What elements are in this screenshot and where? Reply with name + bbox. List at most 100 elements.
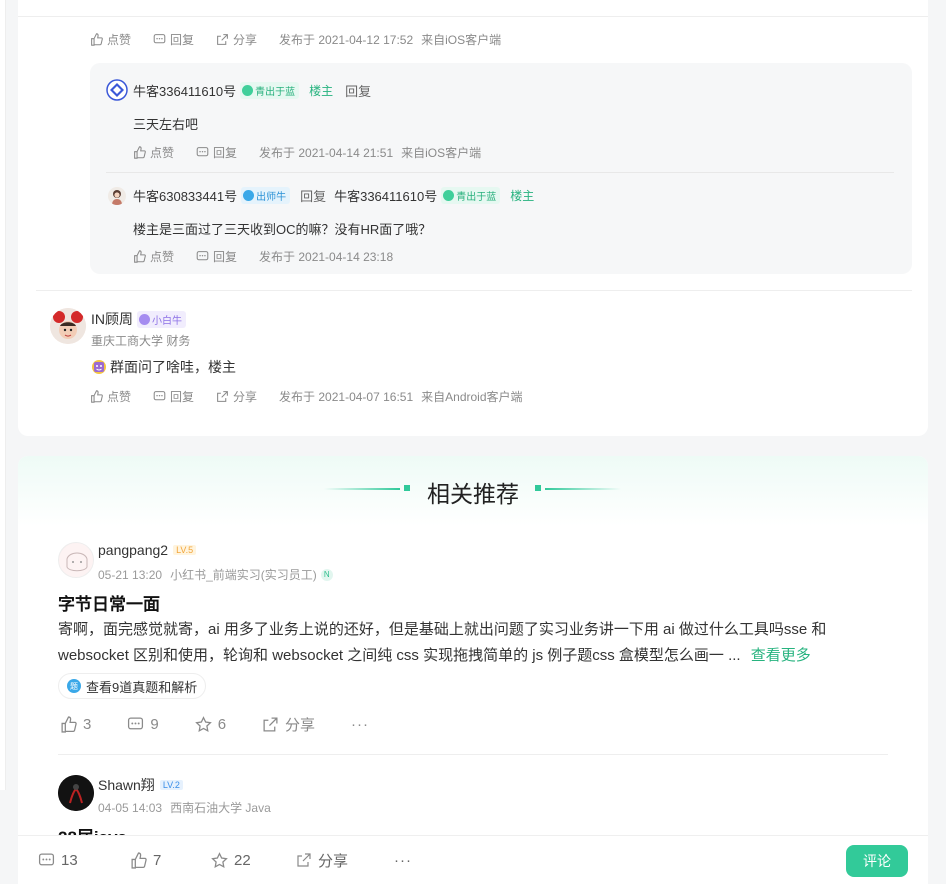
user-school: 西南石油大学 Java <box>170 801 271 815</box>
left-edge <box>0 0 6 790</box>
avatar-dark-icon <box>58 775 94 811</box>
comments-count-button[interactable]: 13 <box>38 852 78 869</box>
avatar[interactable] <box>106 79 128 101</box>
post-author-row: pangpang2 LV.5 <box>98 542 197 558</box>
avatar[interactable] <box>50 308 86 344</box>
divider <box>36 290 912 291</box>
share-icon <box>297 853 311 867</box>
user-school: 重庆工商大学 财务 <box>91 334 191 348</box>
comment-icon <box>196 251 209 261</box>
reply-actions: 点赞 回复 发布于 2021-04-14 23:18 <box>133 248 393 265</box>
questions-chip[interactable]: 题 查看9道真题和解析 <box>58 673 207 699</box>
star-button[interactable]: 6 <box>194 716 226 733</box>
post-time: 发布于 2021-04-12 17:52 <box>279 33 414 47</box>
comment-actions: 点赞 回复 分享 发布于 2021-04-07 16:51 来自Android客… <box>90 388 523 405</box>
avatar-pattern-icon <box>106 79 128 101</box>
post-time: 05-21 13:20 <box>98 567 163 582</box>
reply-actions: 点赞 回复 发布于 2021-04-14 21:51 来自iOS客户端 <box>133 144 481 161</box>
post-meta: 04-05 14:03 西南石油大学 Java <box>98 799 271 816</box>
comment-actions: 点赞 回复 分享 发布于 2021-04-12 17:52 来自iOS客户端 <box>90 31 501 48</box>
comment-icon <box>128 717 144 730</box>
post-source: 来自Android客户端 <box>421 390 523 404</box>
section-title: 相关推荐 <box>427 481 519 507</box>
username[interactable]: IN顾周 <box>91 309 133 329</box>
recommend-card: 相关推荐 pangpang2 LV.5 05-21 13:20 小红书_前端实习… <box>18 456 928 884</box>
post-time: 发布于 2021-04-07 16:51 <box>279 390 414 404</box>
thumbs-up-icon <box>131 851 147 869</box>
comment-button[interactable]: 评论 <box>846 845 908 877</box>
user-company: 小红书_前端实习(实习员工) <box>170 568 317 582</box>
username[interactable]: 牛客336411610号 <box>133 81 236 100</box>
share-button[interactable]: 分享 <box>216 31 257 48</box>
post-author-row: Shawn翔 LV.2 <box>98 775 183 795</box>
reply-button[interactable]: 回复 <box>153 31 194 48</box>
reply-header: 牛客336411610号 青出于蓝 楼主 回复 <box>133 81 371 100</box>
post-body[interactable]: 寄啊，面完感觉就寄，ai 用多了业务上说的还好，但是基础上就出问题了实习业务讲一… <box>58 617 898 669</box>
more-icon[interactable]: ··· <box>351 716 369 733</box>
comment-icon <box>153 391 166 401</box>
more-icon[interactable]: ··· <box>394 852 412 869</box>
thumbs-up-icon <box>61 716 77 733</box>
recommend-header: 相关推荐 <box>18 456 928 526</box>
comment-icon <box>196 147 209 157</box>
star-icon <box>211 851 228 868</box>
reply-button[interactable]: 回复 <box>196 248 237 265</box>
divider <box>18 16 928 17</box>
post-source: 来自iOS客户端 <box>401 146 482 160</box>
level-badge: 青出于蓝 <box>441 187 501 204</box>
author-tag: 楼主 <box>510 189 535 203</box>
share-icon <box>263 717 278 732</box>
reply-text: 三天左右吧 <box>133 117 199 132</box>
reply-button[interactable]: 回复 <box>153 388 194 405</box>
like-button[interactable]: 点赞 <box>133 248 174 265</box>
like-button[interactable]: 7 <box>130 852 161 869</box>
comment-header: IN顾周 小白牛 <box>91 309 186 329</box>
share-button[interactable]: 分享 <box>262 714 315 735</box>
level-badge: 出师牛 <box>241 187 291 204</box>
avatar-anime-icon <box>59 543 93 577</box>
share-icon <box>217 391 228 402</box>
thumbs-up-icon <box>134 250 146 263</box>
bottom-action-bar: 13 7 22 分享 ··· 评论 <box>18 835 928 884</box>
post-title[interactable]: 字节日常一面 <box>58 590 160 615</box>
post-source: 来自iOS客户端 <box>421 33 502 47</box>
reply-link[interactable]: 回复 <box>345 81 371 100</box>
comment-text: 群面问了啥哇，楼主 <box>110 359 236 375</box>
avatar[interactable] <box>108 187 126 205</box>
share-button[interactable]: 分享 <box>216 388 257 405</box>
see-more-link[interactable]: 查看更多 <box>751 647 811 664</box>
emoji-icon <box>92 360 106 374</box>
star-button[interactable]: 22 <box>211 852 251 869</box>
comment-button[interactable]: 9 <box>127 716 159 733</box>
avatar[interactable] <box>58 542 94 578</box>
username[interactable]: Shawn翔 <box>98 775 155 795</box>
comment-icon <box>153 34 166 44</box>
comment-text-row: 群面问了啥哇，楼主 <box>91 357 236 377</box>
level-badge: 小白牛 <box>137 310 186 328</box>
verified-icon: N <box>320 568 333 581</box>
post-time: 发布于 2021-04-14 23:18 <box>259 250 394 264</box>
level-badge: 青出于蓝 <box>240 82 300 99</box>
like-button[interactable]: 3 <box>60 716 91 733</box>
username[interactable]: 牛客630833441号 <box>133 186 237 205</box>
like-button[interactable]: 点赞 <box>133 144 174 161</box>
question-icon: 题 <box>67 679 81 693</box>
post-time: 04-05 14:03 <box>98 800 163 815</box>
post-meta: 05-21 13:20 小红书_前端实习(实习员工) N <box>98 566 333 583</box>
reply-text: 楼主是三面过了三天收到OC的嘛？没有HR面了哦？ <box>133 222 432 237</box>
divider <box>58 754 888 755</box>
avatar[interactable] <box>58 775 94 811</box>
username[interactable]: pangpang2 <box>98 542 168 558</box>
like-button[interactable]: 点赞 <box>90 31 131 48</box>
thumbs-up-icon <box>134 146 146 159</box>
author-tag: 楼主 <box>309 84 334 98</box>
reply-button[interactable]: 回复 <box>196 144 237 161</box>
thumbs-up-icon <box>91 33 103 46</box>
share-button[interactable]: 分享 <box>296 850 348 871</box>
share-icon <box>217 34 228 45</box>
target-username[interactable]: 牛客336411610号 <box>334 186 437 205</box>
reply-word: 回复 <box>300 189 327 204</box>
like-button[interactable]: 点赞 <box>90 388 131 405</box>
star-icon <box>194 716 212 732</box>
level-badge: LV.2 <box>159 780 183 790</box>
